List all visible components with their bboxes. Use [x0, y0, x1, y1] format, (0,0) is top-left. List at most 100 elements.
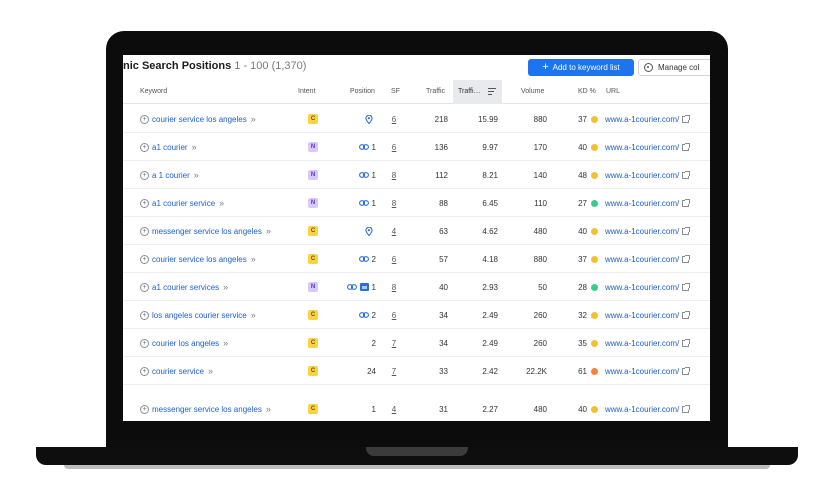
external-link-icon[interactable] [682, 226, 691, 235]
manage-columns-button[interactable]: Manage col [638, 59, 710, 76]
chevrons-right-icon[interactable]: » [223, 338, 228, 348]
column-intent[interactable]: Intent [298, 88, 316, 95]
chevrons-right-icon[interactable]: » [251, 114, 256, 124]
keyword-cell[interactable]: + courier service los angeles » [140, 105, 256, 133]
sf-link[interactable]: 7 [389, 357, 399, 385]
url-link[interactable]: www.a-1courier.com/ [605, 105, 691, 133]
external-link-icon[interactable] [682, 282, 691, 291]
url-link[interactable]: www.a-1courier.com/ [605, 273, 691, 301]
keyword-text[interactable]: a 1 courier [152, 171, 190, 180]
add-keyword-icon[interactable]: + [140, 170, 149, 180]
sf-link[interactable]: 6 [389, 133, 399, 161]
keyword-text[interactable]: a1 courier [152, 143, 188, 152]
column-kd[interactable]: KD % [578, 88, 596, 95]
url-link[interactable]: www.a-1courier.com/ [605, 217, 691, 245]
external-link-icon[interactable] [682, 142, 691, 151]
url-text[interactable]: www.a-1courier.com/ [605, 311, 679, 320]
url-link[interactable]: www.a-1courier.com/ [605, 329, 691, 357]
chevrons-right-icon[interactable]: » [266, 226, 271, 236]
table-row[interactable]: + los angeles courier service » C 2 6 34 2.49 26… [123, 301, 710, 329]
chevrons-right-icon[interactable]: » [251, 254, 256, 264]
external-link-icon[interactable] [682, 114, 691, 123]
url-link[interactable]: www.a-1courier.com/ [605, 161, 691, 189]
add-keyword-icon[interactable]: + [140, 198, 149, 208]
sf-link[interactable]: 6 [389, 301, 399, 329]
keyword-cell[interactable]: + messenger service los angeles » [140, 217, 271, 245]
keyword-cell[interactable]: + a 1 courier » [140, 161, 199, 189]
add-keyword-icon[interactable]: + [140, 226, 149, 236]
external-link-icon[interactable] [682, 170, 691, 179]
keyword-text[interactable]: messenger service los angeles [152, 227, 262, 236]
url-link[interactable]: www.a-1courier.com/ [605, 189, 691, 217]
keyword-text[interactable]: courier service los angeles [152, 115, 247, 124]
chevrons-right-icon[interactable]: » [194, 170, 199, 180]
column-keyword[interactable]: Keyword [140, 88, 167, 95]
table-row[interactable]: + a 1 courier » N 1 8 112 8.21 140 48 www.a-1couri… [123, 161, 710, 189]
external-link-icon[interactable] [682, 310, 691, 319]
external-link-icon[interactable] [682, 254, 691, 263]
sf-link[interactable]: 6 [389, 105, 399, 133]
table-row[interactable]: + a1 courier service» N 1 8 88 6.45 110 27 www.a-… [123, 189, 710, 217]
keyword-text[interactable]: a1 courier service [152, 199, 215, 208]
column-position[interactable]: Position [350, 88, 375, 95]
sf-link[interactable]: 8 [389, 161, 399, 189]
url-text[interactable]: www.a-1courier.com/ [605, 339, 679, 348]
keyword-text[interactable]: messenger service los angeles [152, 405, 262, 414]
table-row[interactable]: + messenger service los angeles » C 1 4 31 2.27… [123, 395, 710, 421]
keyword-text[interactable]: los angeles courier service [152, 311, 247, 320]
keyword-text[interactable]: courier service los angeles [152, 255, 247, 264]
external-link-icon[interactable] [682, 198, 691, 207]
table-row[interactable]: + courier los angeles » C 2 7 34 2.49 260 35 www.a… [123, 329, 710, 357]
chevrons-right-icon[interactable]: » [266, 404, 271, 414]
add-keyword-icon[interactable]: + [140, 254, 149, 264]
column-url[interactable]: URL [606, 88, 620, 95]
table-row[interactable]: + courier service los angeles » C 2 6 57 4.18 88… [123, 245, 710, 273]
add-to-keyword-list-button[interactable]: + Add to keyword list [528, 59, 634, 76]
url-text[interactable]: www.a-1courier.com/ [605, 405, 679, 414]
keyword-cell[interactable]: + courier los angeles » [140, 329, 228, 357]
keyword-text[interactable]: courier service [152, 367, 204, 376]
add-keyword-icon[interactable]: + [140, 142, 149, 152]
url-text[interactable]: www.a-1courier.com/ [605, 367, 679, 376]
chevrons-right-icon[interactable]: » [251, 310, 256, 320]
keyword-text[interactable]: courier los angeles [152, 339, 219, 348]
sort-icon[interactable] [488, 88, 496, 95]
add-keyword-icon[interactable]: + [140, 282, 149, 292]
url-link[interactable]: www.a-1courier.com/ [605, 301, 691, 329]
url-link[interactable]: www.a-1courier.com/ [605, 357, 691, 385]
url-text[interactable]: www.a-1courier.com/ [605, 199, 679, 208]
url-link[interactable]: www.a-1courier.com/ [605, 395, 691, 421]
column-traffic-pct[interactable]: Traffi… [453, 80, 502, 104]
table-row[interactable]: + courier service » C 24 7 33 2.42 22.2K 61 www.a-… [123, 357, 710, 385]
sf-link[interactable]: 4 [389, 217, 399, 245]
keyword-cell[interactable]: + los angeles courier service » [140, 301, 256, 329]
add-keyword-icon[interactable]: + [140, 310, 149, 320]
sf-link[interactable]: 7 [389, 329, 399, 357]
external-link-icon[interactable] [682, 338, 691, 347]
table-row[interactable]: + a1 courier » N 1 6 136 9.97 170 40 www.a-1courie… [123, 133, 710, 161]
add-keyword-icon[interactable]: + [140, 366, 149, 376]
url-link[interactable]: www.a-1courier.com/ [605, 245, 691, 273]
keyword-cell[interactable]: + courier service » [140, 357, 213, 385]
keyword-cell[interactable]: + a1 courier service » [140, 189, 224, 217]
add-keyword-icon[interactable]: + [140, 114, 149, 124]
column-volume[interactable]: Volume [521, 88, 544, 95]
column-traffic[interactable]: Traffic [426, 88, 445, 95]
url-text[interactable]: www.a-1courier.com/ [605, 283, 679, 292]
keyword-cell[interactable]: + courier service los angeles » [140, 245, 256, 273]
keyword-text[interactable]: a1 courier services [152, 283, 219, 292]
url-text[interactable]: www.a-1courier.com/ [605, 171, 679, 180]
chevrons-right-icon[interactable]: » [192, 142, 197, 152]
sf-link[interactable]: 8 [389, 189, 399, 217]
keyword-cell[interactable]: + a1 courier services » [140, 273, 228, 301]
sf-link[interactable]: 4 [389, 395, 399, 421]
chevrons-right-icon[interactable]: » [219, 198, 224, 208]
sf-link[interactable]: 6 [389, 245, 399, 273]
add-keyword-icon[interactable]: + [140, 338, 149, 348]
url-text[interactable]: www.a-1courier.com/ [605, 143, 679, 152]
external-link-icon[interactable] [682, 404, 691, 413]
url-link[interactable]: www.a-1courier.com/ [605, 133, 691, 161]
table-row[interactable]: + messenger service los angeles » C 4 63 4.62 4… [123, 217, 710, 245]
url-text[interactable]: www.a-1courier.com/ [605, 255, 679, 264]
table-row[interactable]: + courier service los angeles » C 6 218 15.99 8… [123, 105, 710, 133]
